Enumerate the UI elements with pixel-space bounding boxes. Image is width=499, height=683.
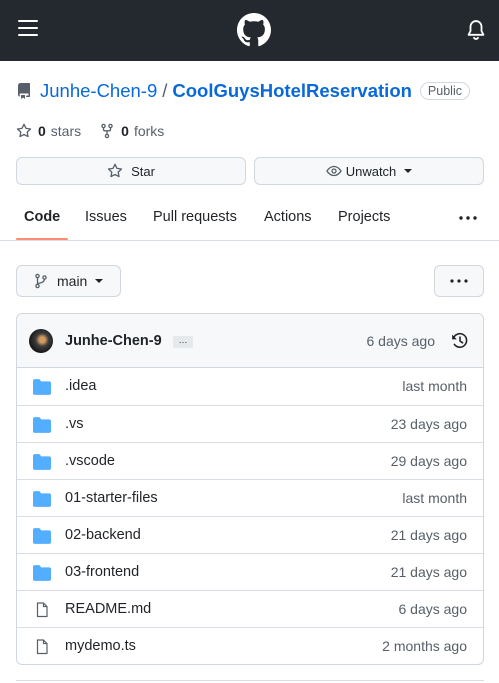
top-bar	[0, 0, 499, 61]
forks-link[interactable]: 0 forks	[99, 123, 164, 139]
commit-time: 6 days ago	[366, 333, 436, 349]
folder-icon	[33, 491, 51, 507]
star-icon	[107, 163, 123, 178]
folder-icon	[33, 528, 51, 544]
folder-icon	[33, 565, 51, 581]
file-icon	[33, 602, 51, 618]
branch-selector[interactable]: main	[16, 265, 121, 297]
file-last-modified: 2 months ago	[382, 638, 467, 654]
repo-heading: Junhe-Chen-9 / CoolGuysHotelReservation …	[16, 78, 486, 104]
file-name-link[interactable]: .idea	[65, 378, 96, 394]
branch-name: main	[57, 273, 88, 289]
file-name-link[interactable]: .vs	[65, 416, 84, 432]
file-last-modified: last month	[402, 490, 467, 506]
bell-icon[interactable]	[465, 19, 487, 41]
forks-count: 0	[121, 123, 129, 139]
unwatch-button-label: Unwatch	[345, 163, 397, 179]
kebab-horizontal-icon	[450, 279, 468, 283]
file-icon	[33, 639, 51, 655]
eye-icon	[325, 165, 342, 177]
repo-icon	[17, 83, 30, 99]
kebab-horizontal-icon[interactable]	[457, 209, 479, 227]
chevron-down-icon	[404, 169, 413, 173]
folder-icon	[33, 379, 51, 395]
repo-nav-tabs: Code Issues Pull requests Actions Projec…	[0, 196, 499, 241]
repo-separator: /	[162, 80, 168, 101]
star-button-label: Star	[131, 163, 155, 179]
active-tab-indicator	[16, 238, 68, 240]
history-icon[interactable]	[451, 332, 469, 350]
repo-owner-link[interactable]: Junhe-Chen-9	[40, 80, 157, 102]
fork-icon	[101, 123, 113, 139]
stars-link[interactable]: 0 stars	[16, 123, 81, 139]
latest-commit-row: Junhe-Chen-9 … 6 days ago	[17, 314, 483, 368]
file-last-modified: 23 days ago	[390, 416, 467, 432]
avatar[interactable]	[29, 329, 53, 353]
chevron-down-icon	[95, 279, 104, 283]
forks-label: forks	[133, 123, 165, 139]
tab-projects[interactable]: Projects	[338, 209, 390, 225]
github-logo-icon[interactable]	[237, 13, 271, 47]
tab-pull-requests[interactable]: Pull requests	[153, 209, 237, 225]
tab-actions[interactable]: Actions	[264, 209, 312, 225]
file-row[interactable]: .vscode 29 days ago	[17, 442, 483, 479]
file-name-link[interactable]: mydemo.ts	[65, 638, 136, 654]
stars-count: 0	[38, 123, 46, 139]
file-name-link[interactable]: .vscode	[65, 453, 115, 469]
file-name-link[interactable]: 01-starter-files	[65, 490, 158, 506]
file-row[interactable]: README.md 6 days ago	[17, 590, 483, 627]
repo-stats: 0 stars 0 forks	[16, 120, 182, 142]
file-list: Junhe-Chen-9 … 6 days ago .idea last mont…	[16, 313, 484, 665]
file-row[interactable]: .idea last month	[17, 368, 483, 405]
file-name-link[interactable]: 03-frontend	[65, 564, 139, 580]
file-row[interactable]: 01-starter-files last month	[17, 479, 483, 516]
commit-author[interactable]: Junhe-Chen-9	[65, 333, 162, 349]
divider	[16, 680, 484, 681]
file-name-link[interactable]: 02-backend	[65, 527, 141, 543]
file-last-modified: 6 days ago	[398, 601, 468, 617]
tab-issues[interactable]: Issues	[85, 209, 127, 225]
commit-message-expand-button[interactable]: …	[173, 336, 193, 348]
file-row[interactable]: .vs 23 days ago	[17, 405, 483, 442]
git-branch-icon	[35, 273, 47, 289]
star-icon	[16, 123, 32, 138]
visibility-badge: Public	[419, 82, 470, 100]
hamburger-menu-icon[interactable]	[14, 14, 42, 42]
unwatch-button[interactable]: Unwatch	[254, 157, 484, 185]
file-name-link[interactable]: README.md	[65, 601, 151, 617]
tab-code[interactable]: Code	[24, 209, 60, 225]
file-last-modified: 21 days ago	[390, 564, 467, 580]
stars-label: stars	[50, 123, 82, 139]
file-last-modified: last month	[402, 378, 467, 394]
file-last-modified: 29 days ago	[390, 453, 467, 469]
file-row[interactable]: 03-frontend 21 days ago	[17, 553, 483, 590]
folder-icon	[33, 454, 51, 470]
file-row[interactable]: mydemo.ts 2 months ago	[17, 627, 483, 664]
star-button[interactable]: Star	[16, 157, 246, 185]
repo-name-link[interactable]: CoolGuysHotelReservation	[172, 80, 412, 102]
file-row[interactable]: 02-backend 21 days ago	[17, 516, 483, 553]
more-options-button[interactable]	[434, 265, 484, 297]
file-last-modified: 21 days ago	[390, 527, 467, 543]
folder-icon	[33, 417, 51, 433]
